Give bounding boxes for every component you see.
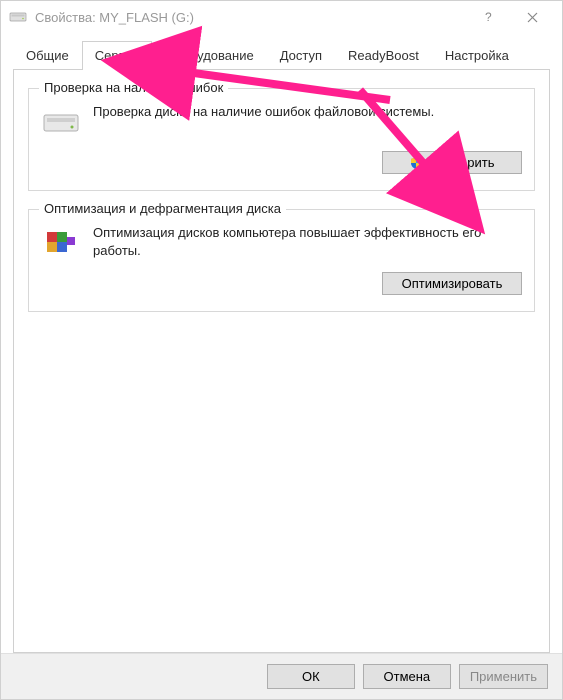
tab-access[interactable]: Доступ bbox=[267, 41, 335, 69]
close-button[interactable] bbox=[510, 2, 554, 32]
dialog-footer: ОК Отмена Применить bbox=[1, 653, 562, 699]
group-check-errors: Проверка на наличие ошибок Проверка диск… bbox=[28, 88, 535, 191]
check-description: Проверка диска на наличие ошибок файлово… bbox=[93, 103, 522, 121]
group-optimize: Оптимизация и дефрагментация диска Оптим… bbox=[28, 209, 535, 312]
tab-panel-service: Проверка на наличие ошибок Проверка диск… bbox=[13, 70, 550, 653]
defrag-icon bbox=[41, 226, 81, 262]
optimize-description: Оптимизация дисков компьютера повышает э… bbox=[93, 224, 522, 259]
drive-large-icon bbox=[41, 105, 81, 141]
optimize-button-label: Оптимизировать bbox=[402, 276, 503, 291]
group-check-title: Проверка на наличие ошибок bbox=[39, 80, 228, 95]
optimize-button[interactable]: Оптимизировать bbox=[382, 272, 522, 295]
cancel-button[interactable]: Отмена bbox=[363, 664, 451, 689]
group-optimize-title: Оптимизация и дефрагментация диска bbox=[39, 201, 286, 216]
drive-icon bbox=[9, 10, 27, 24]
tab-bar: Общие Сервис Оборудование Доступ ReadyBo… bbox=[13, 41, 550, 70]
window-title: Свойства: MY_FLASH (G:) bbox=[35, 10, 194, 25]
help-button[interactable]: ? bbox=[466, 2, 510, 32]
check-button[interactable]: Проверить bbox=[382, 151, 522, 174]
check-button-label: Проверить bbox=[429, 155, 494, 170]
tab-general[interactable]: Общие bbox=[13, 41, 82, 69]
tab-service[interactable]: Сервис bbox=[82, 41, 153, 70]
tab-readyboost[interactable]: ReadyBoost bbox=[335, 41, 432, 69]
svg-text:?: ? bbox=[485, 11, 492, 23]
tab-hardware[interactable]: Оборудование bbox=[152, 41, 266, 69]
tab-settings[interactable]: Настройка bbox=[432, 41, 522, 69]
apply-button[interactable]: Применить bbox=[459, 664, 548, 689]
titlebar: Свойства: MY_FLASH (G:) ? bbox=[1, 1, 562, 33]
ok-button[interactable]: ОК bbox=[267, 664, 355, 689]
content-area: Общие Сервис Оборудование Доступ ReadyBo… bbox=[1, 33, 562, 653]
properties-window: Свойства: MY_FLASH (G:) ? Общие Сервис О… bbox=[0, 0, 563, 700]
uac-shield-icon bbox=[409, 156, 423, 170]
